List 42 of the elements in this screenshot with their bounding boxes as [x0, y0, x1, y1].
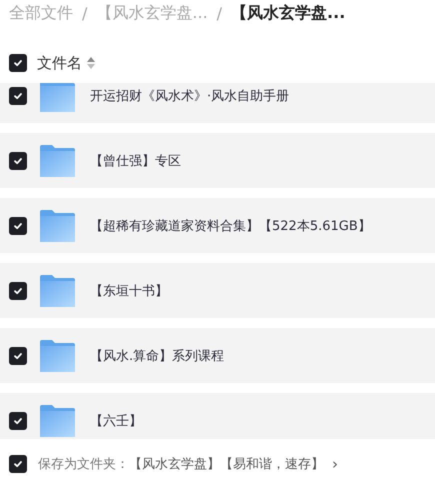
folder-icon	[39, 404, 75, 436]
file-row[interactable]: 【曾仕强】专区	[0, 133, 435, 188]
folder-name: 【曾仕强】专区	[90, 152, 181, 170]
file-row[interactable]: 开运招财《风水术》·风水自助手册	[0, 83, 435, 123]
folder-icon	[39, 274, 75, 306]
folder-name: 【六壬】	[90, 412, 142, 430]
save-label: 保存为文件夹：	[38, 456, 129, 473]
folder-icon	[39, 210, 75, 242]
file-row[interactable]: 【超稀有珍藏道家资料合集】【522本5.61GB】	[0, 198, 435, 253]
file-row[interactable]: 【六壬】	[0, 393, 435, 439]
check-icon	[13, 286, 23, 296]
folder-name: 【超稀有珍藏道家资料合集】【522本5.61GB】	[90, 218, 371, 234]
checkbox[interactable]	[9, 216, 27, 234]
check-icon	[13, 58, 23, 68]
check-icon	[13, 90, 23, 100]
check-icon	[13, 156, 23, 166]
check-icon	[13, 350, 23, 360]
folder-icon	[39, 340, 75, 372]
checkbox[interactable]	[9, 282, 27, 300]
check-icon	[13, 416, 23, 426]
folder-icon	[39, 83, 75, 112]
file-row[interactable]: 【风水.算命】系列课程	[0, 328, 435, 383]
sort-icon[interactable]	[87, 57, 95, 69]
check-icon	[13, 220, 23, 230]
checkbox[interactable]	[9, 346, 27, 364]
folder-name: 【风水.算命】系列课程	[90, 348, 224, 364]
folder-icon	[39, 144, 75, 176]
breadcrumb-separator: /	[216, 4, 222, 22]
folder-name: 【东垣十书】	[90, 282, 168, 300]
file-row[interactable]: 【东垣十书】	[0, 263, 435, 318]
breadcrumb-link[interactable]: 【风水玄学盘...	[231, 2, 346, 24]
check-icon	[13, 459, 23, 469]
checkbox[interactable]	[9, 86, 27, 104]
checkbox[interactable]	[9, 54, 27, 72]
checkbox[interactable]	[9, 412, 27, 430]
chevron-icon[interactable]: ›	[332, 455, 338, 473]
checkbox[interactable]	[9, 455, 27, 473]
breadcrumb-separator: /	[82, 4, 88, 22]
checkbox[interactable]	[9, 152, 27, 170]
column-header[interactable]: 文件名	[37, 54, 82, 72]
folder-path[interactable]: 【风水玄学盘】【易和谐，速存】	[129, 455, 324, 473]
folder-name: 开运招财《风水术》·风水自助手册	[90, 88, 290, 104]
